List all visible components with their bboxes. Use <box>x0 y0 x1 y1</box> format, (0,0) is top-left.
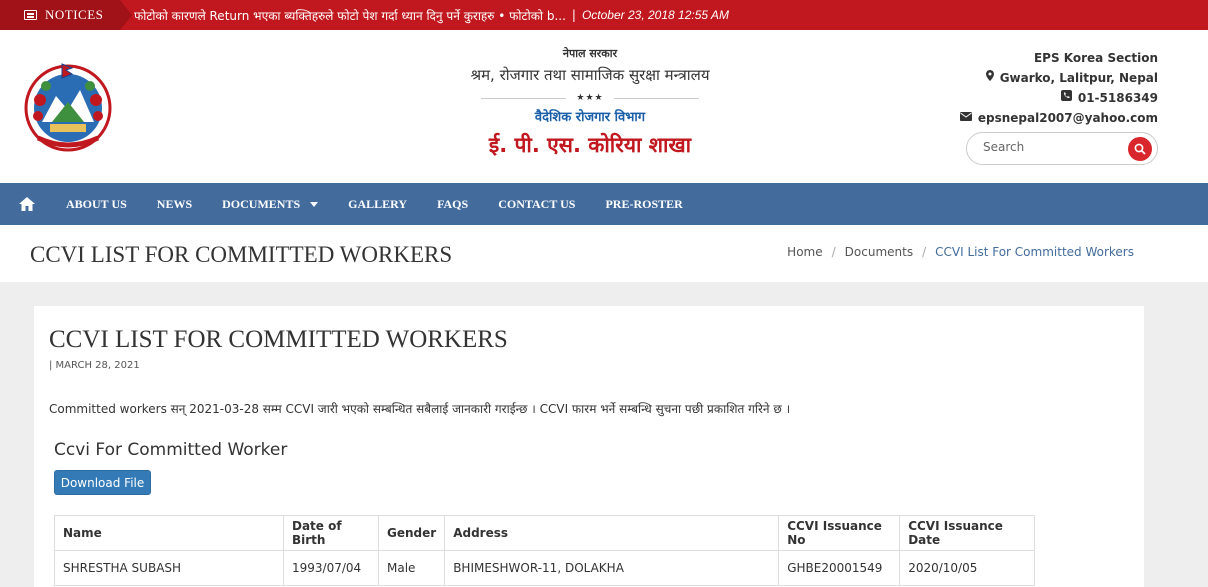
nepal-emblem-logo[interactable] <box>22 60 114 152</box>
nav-item-label: DOCUMENTS <box>222 196 301 211</box>
contact-address-text: Gwarko, Lalitpur, Nepal <box>999 71 1158 85</box>
search-icon <box>1134 143 1146 155</box>
nav-item-pre-roster[interactable]: PRE-ROSTER <box>605 197 682 212</box>
envelope-icon <box>959 108 972 128</box>
cell-gender: Male <box>377 550 446 586</box>
contact-block: EPS Korea Section Gwarko, Lalitpur, Nepa… <box>959 48 1158 128</box>
stars-icon: ★★★ <box>576 93 604 103</box>
contact-address: Gwarko, Lalitpur, Nepal <box>960 68 1158 88</box>
notice-date: October 23, 2018 12:55 AM <box>581 8 729 22</box>
article-date: | MARCH 28, 2021 <box>49 360 140 371</box>
ministry-title-block: नेपाल सरकार श्रम, रोजगार तथा सामाजिक सुर… <box>400 46 780 159</box>
nav-item-label: ABOUT US <box>66 196 127 211</box>
article-body: Committed workers सन् 2021-03-28 सम्म CC… <box>49 402 791 416</box>
workers-table: Name Date of Birth Gender Address CCVI I… <box>54 515 1036 586</box>
nav-item-label: CONTACT US <box>498 196 576 211</box>
contact-phone-text: 01-5186349 <box>1077 91 1158 105</box>
breadcrumb-current: CCVI List For Committed Workers <box>935 245 1134 259</box>
caret-down-icon <box>310 201 319 207</box>
cell-issuance-date: 2020/10/05 <box>899 550 1036 586</box>
main-nav: ABOUT US NEWS DOCUMENTS GALLERY FAQS CON… <box>0 183 1208 225</box>
column-header-dob: Date of Birth <box>283 515 379 551</box>
home-icon[interactable] <box>18 195 36 213</box>
divider-line-right <box>613 97 699 99</box>
newspaper-icon <box>24 10 37 20</box>
notice-ticker-text[interactable]: फोटोको कारणले Return भएका ब्यक्तिहरुले फ… <box>134 7 566 24</box>
file-title: Ccvi For Committed Worker <box>54 440 288 460</box>
divider-line-left <box>481 97 567 99</box>
nav-item-label: GALLERY <box>348 196 408 211</box>
article-title: CCVI LIST FOR COMMITTED WORKERS <box>49 326 508 353</box>
cell-issuance-no: GHBE20001549 <box>778 550 901 586</box>
column-header-address: Address <box>444 515 780 551</box>
contact-email: epsnepal2007@yahoo.com <box>959 108 1158 128</box>
breadcrumb-documents[interactable]: Documents <box>845 245 913 259</box>
breadcrumb: Home / Documents / CCVI List For Committ… <box>787 245 1134 259</box>
nav-item-contact-us[interactable]: CONTACT US <box>498 197 575 212</box>
cell-dob: 1993/07/04 <box>283 550 379 586</box>
contact-section: EPS Korea Section <box>960 48 1158 68</box>
nav-item-gallery[interactable]: GALLERY <box>348 197 407 212</box>
table-row: SHRESTHA SUBASH 1993/07/04 Male BHIMESHW… <box>54 550 1036 586</box>
nav-item-about-us[interactable]: ABOUT US <box>66 197 127 212</box>
gov-nepal-label: नेपाल सरकार <box>562 47 618 60</box>
department-name: वैदेशिक रोजगार विभाग <box>534 110 646 125</box>
nav-item-label: PRE-ROSTER <box>605 196 683 211</box>
search-button[interactable] <box>1128 137 1152 161</box>
page-title-bar: CCVI LIST FOR COMMITTED WORKERS Home / D… <box>0 225 1208 282</box>
download-file-button[interactable]: Download File <box>54 470 151 495</box>
page-title: CCVI LIST FOR COMMITTED WORKERS <box>30 242 453 267</box>
nav-item-documents[interactable]: DOCUMENTS <box>222 196 319 212</box>
section-name: ई. पी. एस. कोरिया शाखा <box>488 133 692 157</box>
column-header-issuance-date: CCVI Issuance Date <box>899 515 1036 551</box>
notice-label-text: NOTICES <box>45 7 104 22</box>
contact-phone: 01-5186349 <box>960 88 1158 108</box>
search-box <box>966 132 1158 165</box>
notice-separator: | <box>571 8 576 22</box>
phone-icon <box>1060 88 1072 108</box>
site-header: नेपाल सरकार श्रम, रोजगार तथा सामाजिक सुर… <box>0 30 1208 183</box>
nav-item-label: FAQS <box>437 196 469 211</box>
column-header-gender: Gender <box>377 515 446 551</box>
contact-section-text: EPS Korea Section <box>1033 51 1158 65</box>
nav-item-label: NEWS <box>156 196 193 211</box>
article-card: CCVI LIST FOR COMMITTED WORKERS | MARCH … <box>34 306 1144 587</box>
map-marker-icon <box>985 68 994 88</box>
stars-divider: ★★★ <box>400 93 780 103</box>
cell-name: SHRESTHA SUBASH <box>54 550 284 586</box>
column-header-name: Name <box>54 515 284 551</box>
column-header-issuance-no: CCVI Issuance No <box>778 515 901 551</box>
contact-email-text[interactable]: epsnepal2007@yahoo.com <box>978 108 1158 128</box>
breadcrumb-separator: / <box>831 245 836 259</box>
breadcrumb-home[interactable]: Home <box>787 245 822 259</box>
breadcrumb-separator: / <box>922 245 927 259</box>
nav-item-news[interactable]: NEWS <box>157 197 192 212</box>
notice-bar: NOTICES फोटोको कारणले Return भएका ब्यक्त… <box>0 0 1208 30</box>
search-input[interactable] <box>983 140 1123 154</box>
nav-item-faqs[interactable]: FAQS <box>437 197 468 212</box>
table-header-row: Name Date of Birth Gender Address CCVI I… <box>54 515 1036 551</box>
notice-label: NOTICES <box>0 0 132 30</box>
cell-address: BHIMESHWOR-11, DOLAKHA <box>444 550 780 586</box>
ministry-name: श्रम, रोजगार तथा सामाजिक सुरक्षा मन्त्रा… <box>470 66 710 84</box>
